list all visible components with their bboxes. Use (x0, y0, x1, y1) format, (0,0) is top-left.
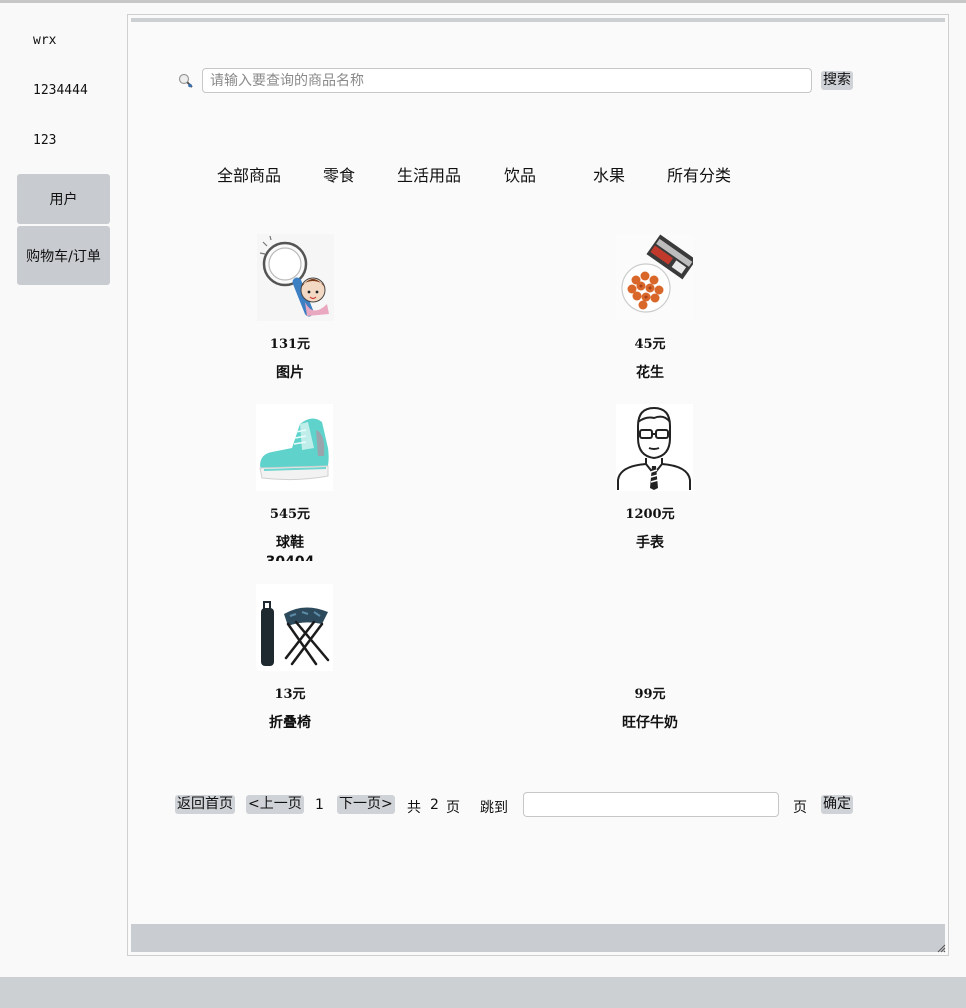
jump-page-input[interactable] (523, 792, 779, 817)
product-price: 13元 (274, 687, 306, 702)
magnifier-girl-icon[interactable] (257, 234, 334, 321)
product-price: 99元 (634, 687, 666, 702)
current-page: 1 (315, 797, 324, 813)
category-all-categories[interactable]: 所有分类 (667, 162, 731, 186)
product-price: 1200元 (625, 507, 675, 522)
panel-top-bar (131, 18, 945, 22)
product-price: 45元 (634, 337, 666, 352)
category-snacks[interactable]: 零食 (323, 162, 355, 186)
product-price: 131元 (269, 337, 311, 352)
category-drinks[interactable]: 饮品 (504, 162, 536, 186)
category-daily-goods[interactable]: 生活用品 (397, 162, 461, 186)
search-input[interactable] (202, 68, 812, 93)
panel-bottom-bar (131, 924, 945, 952)
product-name[interactable]: 手表 (590, 532, 710, 552)
product-overflow-text: 30404 (230, 554, 350, 561)
home-page-button[interactable]: 返回首页 (175, 795, 235, 814)
prev-page-button[interactable]: <上一页 (246, 795, 304, 814)
product-name[interactable]: 球鞋 (230, 532, 350, 552)
folding-stool-icon[interactable] (256, 584, 333, 671)
sneaker-icon[interactable] (256, 404, 333, 491)
jump-page-suffix: 页 (793, 800, 807, 816)
total-pages: 2 (430, 797, 439, 813)
product-price: 545元 (269, 507, 311, 522)
cart-orders-button[interactable]: 购物车/订单 (17, 226, 110, 285)
product-name[interactable]: 图片 (230, 362, 350, 382)
peanut-snack-icon[interactable] (616, 234, 693, 321)
search-icon (178, 73, 193, 88)
sidebar-username: wrx (33, 33, 57, 48)
total-pages-prefix: 共 (407, 800, 421, 816)
product-name[interactable]: 折叠椅 (230, 712, 350, 732)
window-top-edge (0, 0, 966, 3)
sidebar-info-line: 123 (33, 133, 57, 148)
resize-grip-icon[interactable] (936, 943, 946, 953)
next-page-button[interactable]: 下一页> (337, 795, 395, 814)
sidebar-info-line: 1234444 (33, 83, 88, 98)
window-bottom-bar (0, 977, 966, 1008)
category-fruit[interactable]: 水果 (593, 162, 625, 186)
user-button[interactable]: 用户 (17, 174, 110, 224)
product-name[interactable]: 花生 (590, 362, 710, 382)
total-pages-unit: 页 (446, 800, 460, 816)
jump-label: 跳到 (480, 800, 508, 816)
product-name[interactable]: 旺仔牛奶 (590, 712, 710, 732)
search-button[interactable]: 搜索 (821, 71, 853, 90)
man-avatar-icon[interactable] (616, 404, 693, 491)
confirm-jump-button[interactable]: 确定 (821, 795, 853, 814)
category-all[interactable]: 全部商品 (217, 162, 281, 186)
